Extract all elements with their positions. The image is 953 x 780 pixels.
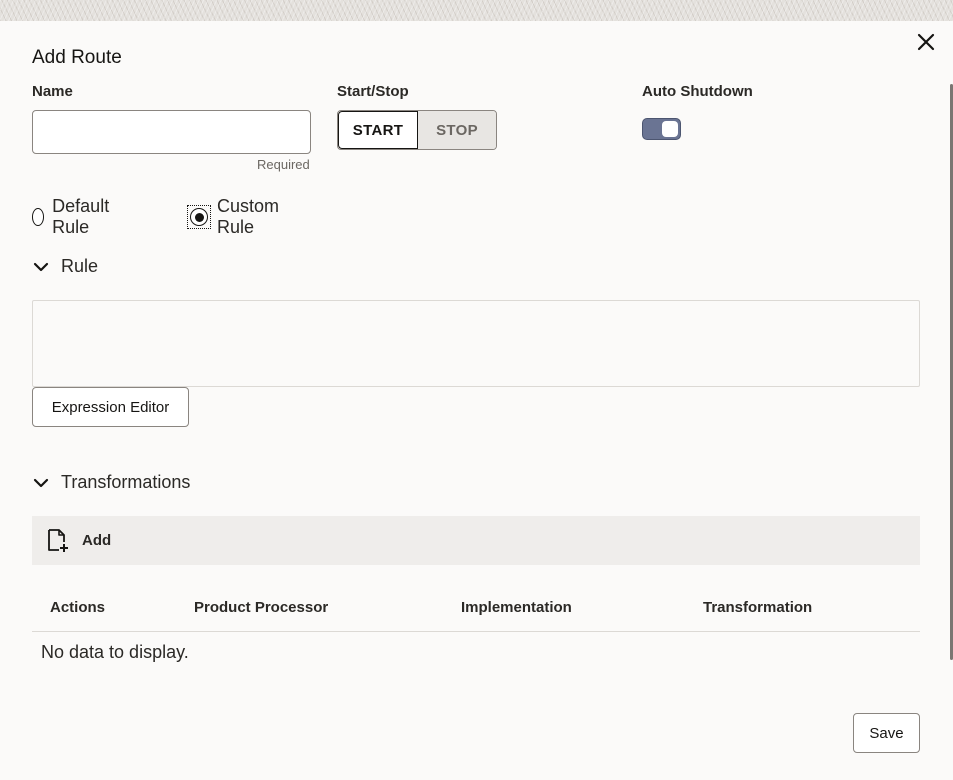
rule-section-title: Rule (61, 256, 99, 276)
close-icon (917, 33, 935, 51)
dialog-title: Add Route (32, 47, 122, 68)
radio-focus-ring (187, 205, 211, 229)
column-header-product-processor[interactable]: Product Processor (194, 599, 328, 616)
close-button[interactable] (912, 28, 940, 56)
auto-shutdown-label: Auto Shutdown (642, 83, 753, 100)
custom-rule-label: Custom Rule (217, 196, 280, 237)
name-label: Name (32, 83, 73, 100)
transformations-section-title: Transformations (61, 472, 191, 492)
switch-knob (662, 121, 678, 137)
start-button[interactable]: START (338, 111, 418, 149)
start-stop-toggle-group: START STOP (337, 110, 497, 150)
table-header-row: Actions Product Processor Implementation… (32, 583, 920, 632)
column-header-transformation[interactable]: Transformation (703, 599, 812, 616)
add-transformation-button[interactable]: Add (46, 528, 111, 553)
custom-rule-radio[interactable]: Custom Rule (187, 196, 280, 238)
rule-expression-area[interactable] (32, 300, 920, 387)
stop-button[interactable]: STOP (418, 111, 496, 149)
name-input[interactable] (32, 110, 311, 154)
chevron-down-icon (33, 262, 49, 271)
radio-checked-icon (190, 208, 208, 226)
column-header-actions[interactable]: Actions (50, 599, 105, 616)
radio-unchecked-icon (32, 208, 45, 226)
transformations-table: Actions Product Processor Implementation… (32, 583, 920, 632)
auto-shutdown-switch[interactable] (642, 118, 681, 140)
expression-editor-button[interactable]: Expression Editor (32, 387, 189, 427)
start-stop-label: Start/Stop (337, 83, 409, 100)
save-button[interactable]: Save (853, 713, 920, 753)
empty-table-message: No data to display. (41, 642, 189, 662)
transformations-toolbar: Add (32, 516, 920, 565)
add-label: Add (82, 532, 112, 549)
backdrop-strip (0, 0, 953, 21)
chevron-down-icon (33, 478, 49, 487)
default-rule-label: Default Rule (52, 196, 110, 237)
transformations-section-toggle[interactable]: Transformations (32, 472, 190, 493)
default-rule-radio[interactable]: Default Rule (32, 196, 115, 238)
column-header-implementation[interactable]: Implementation (461, 599, 572, 616)
required-hint: Required (257, 157, 310, 172)
add-document-icon (48, 529, 68, 552)
rule-section-toggle[interactable]: Rule (32, 256, 98, 277)
